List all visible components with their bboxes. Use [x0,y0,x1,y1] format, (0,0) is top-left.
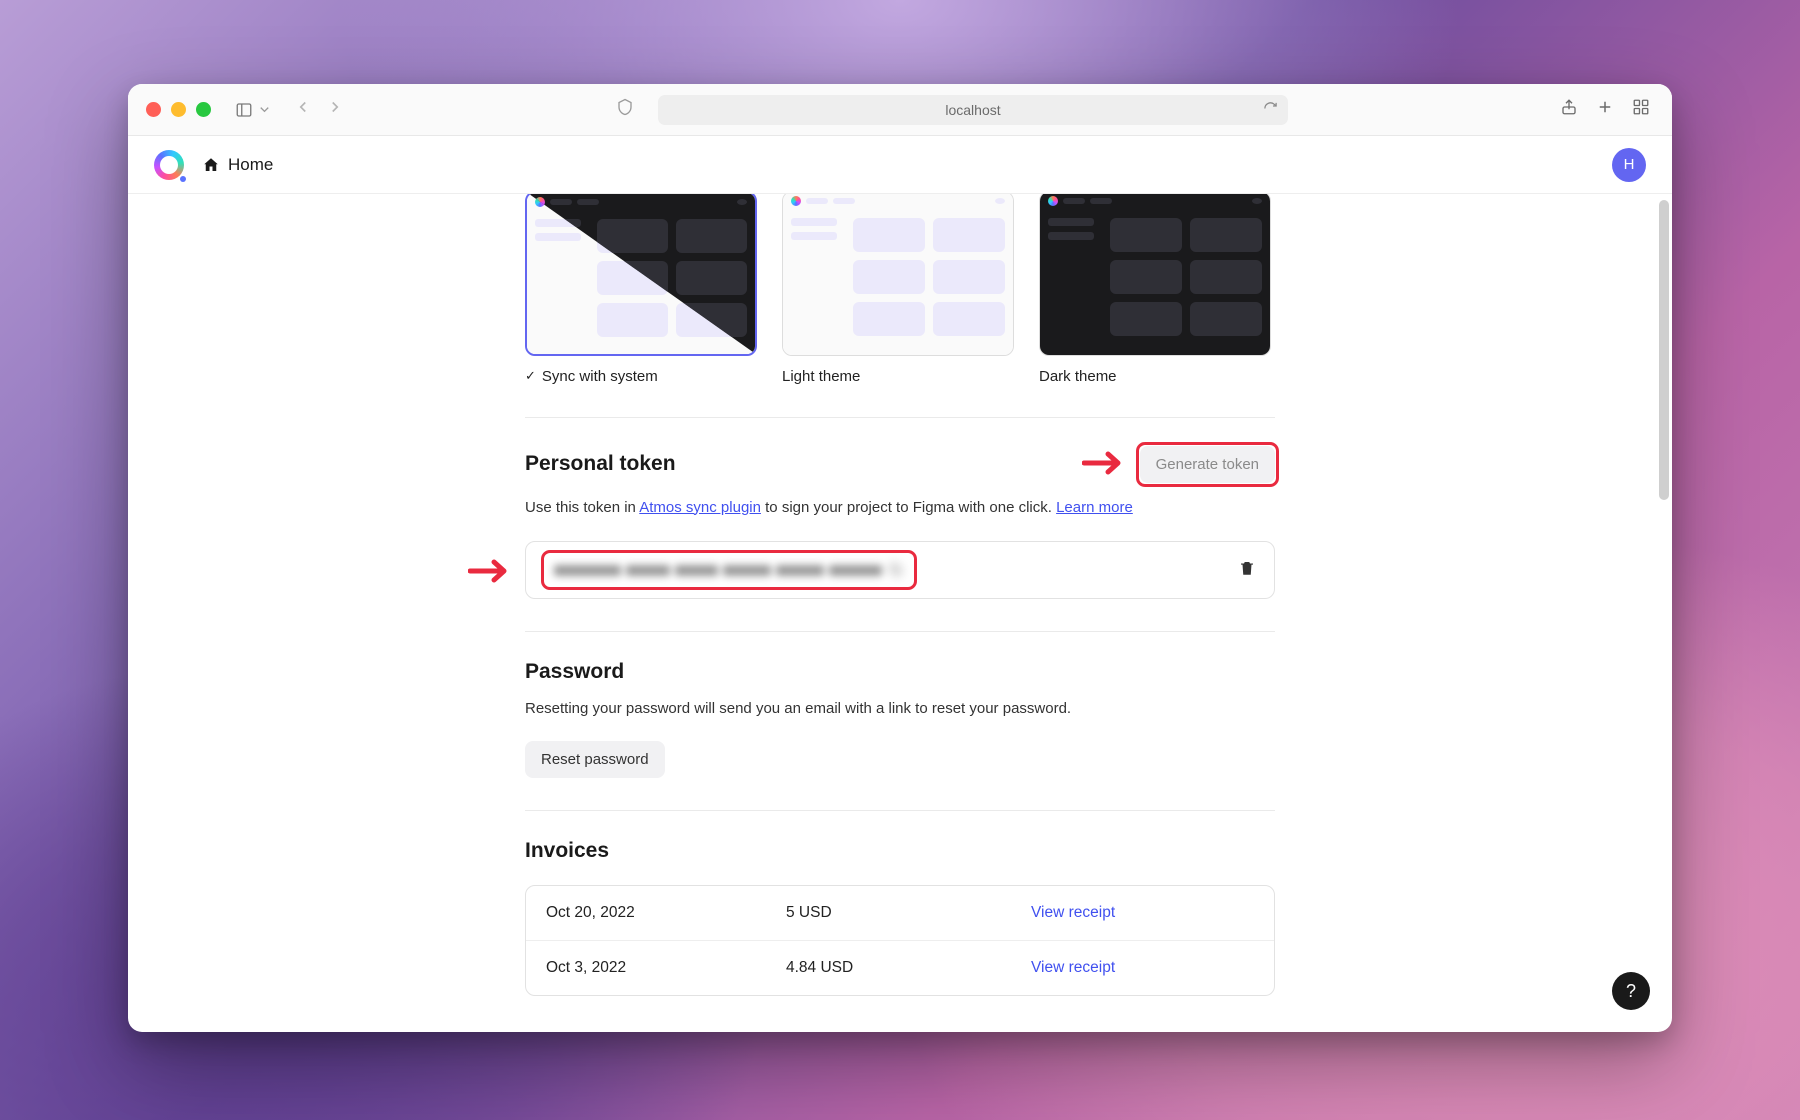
invoices-table: Oct 20, 2022 5 USD View receipt Oct 3, 2… [525,885,1275,996]
copy-icon[interactable] [887,561,904,579]
app-logo[interactable] [154,150,184,180]
close-window-button[interactable] [146,102,161,117]
token-container [525,541,1275,599]
table-row: Oct 20, 2022 5 USD View receipt [526,886,1274,940]
home-label: Home [228,155,273,175]
share-icon[interactable] [1560,98,1578,121]
theme-option-light[interactable]: Light theme [782,194,1014,385]
home-icon [202,156,220,174]
plugin-link[interactable]: Atmos sync plugin [639,499,761,516]
annotation-arrow-icon [1082,450,1126,476]
sidebar-toggle-button[interactable] [235,101,272,119]
invoices-heading: Invoices [525,839,1275,863]
table-row: Oct 3, 2022 4.84 USD View receipt [526,940,1274,995]
browser-window: localhost Home H Choose how Atmos looks … [128,84,1672,1032]
app-header: Home H [128,136,1672,194]
view-receipt-link[interactable]: View receipt [1031,904,1115,922]
zoom-window-button[interactable] [196,102,211,117]
view-receipt-link[interactable]: View receipt [1031,959,1115,977]
divider [525,417,1275,418]
divider [525,810,1275,811]
annotation-arrow-icon [468,558,512,584]
learn-more-link[interactable]: Learn more [1056,499,1133,516]
reload-icon[interactable] [1263,101,1278,119]
minimize-window-button[interactable] [171,102,186,117]
back-button[interactable] [294,98,312,121]
theme-option-sync[interactable]: ✓Sync with system [525,194,757,385]
password-description: Resetting your password will send you an… [525,698,1275,721]
reset-password-button[interactable]: Reset password [525,741,665,778]
theme-options: ✓Sync with system Light theme [525,194,1275,385]
address-bar[interactable]: localhost [658,95,1288,125]
divider [525,631,1275,632]
address-text: localhost [945,102,1000,118]
token-field[interactable] [544,553,914,587]
help-button[interactable]: ? [1612,972,1650,1010]
token-description: Use this token in Atmos sync plugin to s… [525,497,1275,520]
new-tab-icon[interactable] [1596,98,1614,121]
tab-overview-icon[interactable] [1632,98,1650,121]
titlebar: localhost [128,84,1672,136]
window-controls [146,102,211,117]
personal-token-heading: Personal token [525,452,676,476]
delete-token-button[interactable] [1238,559,1256,582]
forward-button[interactable] [326,98,344,121]
privacy-shield-icon[interactable] [616,98,634,121]
generate-token-button[interactable]: Generate token [1140,446,1275,483]
password-heading: Password [525,660,1275,684]
theme-option-dark[interactable]: Dark theme [1039,194,1271,385]
check-icon: ✓ [525,368,536,384]
avatar[interactable]: H [1612,148,1646,182]
home-link[interactable]: Home [202,155,273,175]
